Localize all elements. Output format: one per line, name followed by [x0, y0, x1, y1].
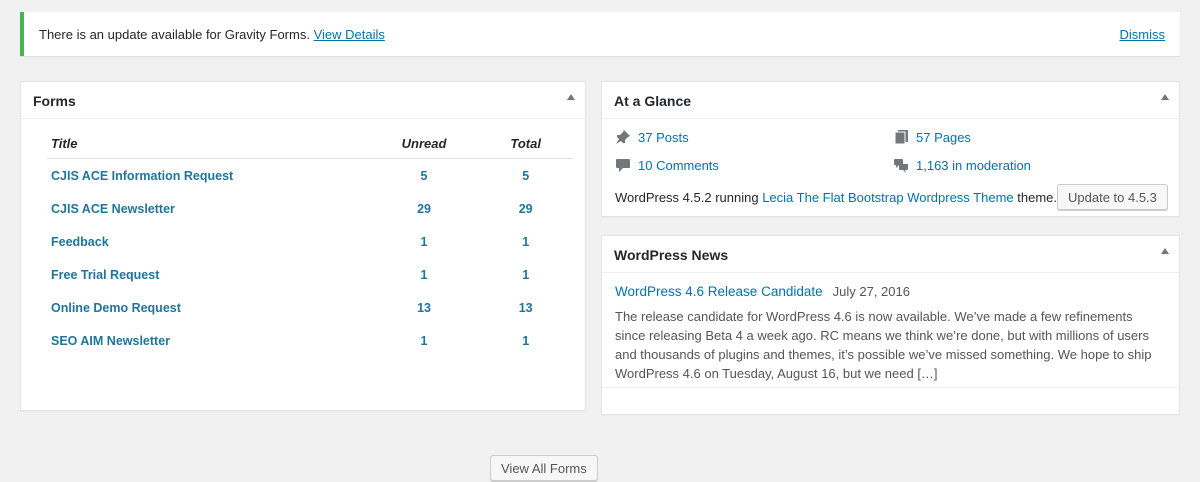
- update-wordpress-button[interactable]: Update to 4.5.3: [1057, 184, 1168, 210]
- column-header-unread: Unread: [369, 128, 479, 159]
- total-count-link[interactable]: 1: [522, 268, 529, 282]
- form-title-link[interactable]: Online Demo Request: [51, 301, 181, 315]
- total-count-link[interactable]: 1: [522, 334, 529, 348]
- total-count-link[interactable]: 1: [522, 235, 529, 249]
- table-row: SEO AIM Newsletter 1 1: [47, 324, 573, 357]
- notice-text-wrap: There is an update available for Gravity…: [39, 27, 385, 42]
- table-row: CJIS ACE Information Request 5 5: [47, 159, 573, 193]
- wordpress-news-widget: WordPress News WordPress 4.6 Release Can…: [601, 235, 1180, 415]
- form-title-link[interactable]: CJIS ACE Newsletter: [51, 202, 175, 216]
- glance-comments: 10 Comments: [615, 157, 719, 173]
- posts-count-link[interactable]: 37 Posts: [638, 130, 689, 145]
- news-date: July 27, 2016: [832, 284, 910, 299]
- pages-icon: [893, 129, 909, 145]
- form-title-link[interactable]: Free Trial Request: [51, 268, 159, 282]
- version-text: WordPress 4.5.2 running: [615, 190, 759, 205]
- news-item: WordPress 4.6 Release Candidate July 27, …: [615, 284, 1163, 383]
- view-details-link[interactable]: View Details: [314, 27, 385, 42]
- news-widget-header[interactable]: WordPress News: [602, 236, 1179, 273]
- collapse-arrow-icon[interactable]: [1161, 248, 1169, 254]
- at-a-glance-widget: At a Glance 37 Posts 57 Pages 10 Comment…: [601, 81, 1180, 217]
- pages-count-link[interactable]: 57 Pages: [916, 130, 971, 145]
- table-row: CJIS ACE Newsletter 29 29: [47, 192, 573, 225]
- wp-version-line: WordPress 4.5.2 running Lecia The Flat B…: [615, 190, 1057, 205]
- unread-count-link[interactable]: 13: [417, 301, 431, 315]
- moderation-count-link[interactable]: 1,163 in moderation: [916, 158, 1031, 173]
- unread-count-link[interactable]: 1: [421, 334, 428, 348]
- form-title-link[interactable]: SEO AIM Newsletter: [51, 334, 170, 348]
- form-title-link[interactable]: CJIS ACE Information Request: [51, 169, 233, 183]
- news-widget-title: WordPress News: [614, 247, 729, 263]
- dismiss-link[interactable]: Dismiss: [1120, 27, 1166, 42]
- notice-message: There is an update available for Gravity…: [39, 27, 310, 42]
- comments-count-link[interactable]: 10 Comments: [638, 158, 719, 173]
- unread-count-link[interactable]: 5: [421, 169, 428, 183]
- table-row: Online Demo Request 13 13: [47, 291, 573, 324]
- view-all-forms-button[interactable]: View All Forms: [490, 455, 598, 481]
- table-row: Free Trial Request 1 1: [47, 258, 573, 291]
- collapse-arrow-icon[interactable]: [1161, 94, 1169, 100]
- theme-suffix: theme.: [1017, 190, 1058, 205]
- forms-widget-title: Forms: [33, 93, 76, 109]
- news-excerpt: The release candidate for WordPress 4.6 …: [615, 309, 1152, 381]
- glance-widget-title: At a Glance: [614, 93, 692, 109]
- comment-icon: [615, 157, 631, 173]
- pushpin-icon: [615, 129, 631, 145]
- glance-posts: 37 Posts: [615, 129, 689, 145]
- unread-count-link[interactable]: 1: [421, 235, 428, 249]
- news-title-link[interactable]: WordPress 4.6 Release Candidate: [615, 284, 823, 299]
- update-notice: There is an update available for Gravity…: [20, 12, 1180, 56]
- collapse-arrow-icon[interactable]: [567, 94, 575, 100]
- news-title-row: WordPress 4.6 Release Candidate July 27, …: [615, 284, 1163, 299]
- forms-widget: Forms Title Unread Total CJIS ACE Inform…: [20, 81, 598, 481]
- forms-table-header: Title Unread Total: [47, 128, 573, 159]
- unread-count-link[interactable]: 1: [421, 268, 428, 282]
- glance-moderation: 1,163 in moderation: [893, 157, 1031, 173]
- column-header-title: Title: [47, 128, 370, 159]
- table-row: Feedback 1 1: [47, 225, 573, 258]
- news-divider: [602, 387, 1179, 388]
- unread-count-link[interactable]: 29: [417, 202, 431, 216]
- total-count-link[interactable]: 29: [519, 202, 533, 216]
- forms-table: Title Unread Total CJIS ACE Information …: [47, 128, 573, 357]
- total-count-link[interactable]: 13: [519, 301, 533, 315]
- total-count-link[interactable]: 5: [522, 169, 529, 183]
- glance-pages: 57 Pages: [893, 129, 971, 145]
- glance-widget-header[interactable]: At a Glance: [602, 82, 1179, 119]
- comments-moderation-icon: [893, 157, 909, 173]
- theme-link[interactable]: Lecia The Flat Bootstrap Wordpress Theme: [762, 190, 1013, 205]
- forms-widget-header[interactable]: Forms: [21, 82, 585, 119]
- form-title-link[interactable]: Feedback: [51, 235, 109, 249]
- column-header-total: Total: [478, 128, 573, 159]
